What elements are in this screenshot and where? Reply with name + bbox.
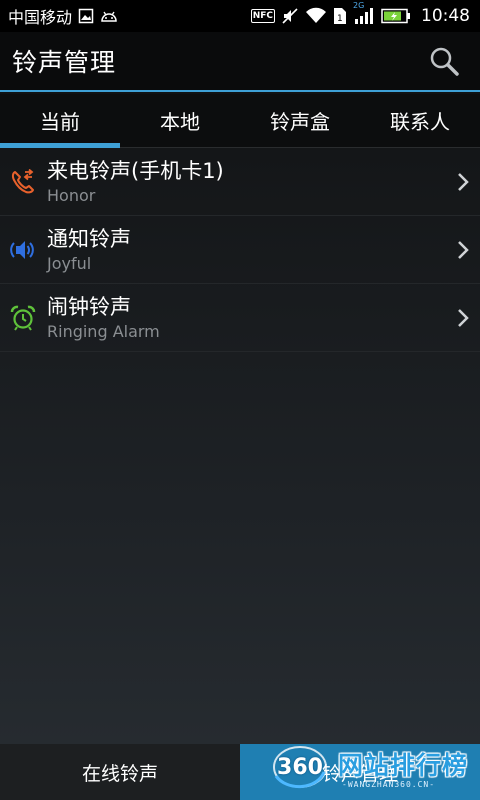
- search-button[interactable]: [426, 43, 462, 79]
- sim-icon: 1: [333, 7, 347, 25]
- online-ringtones-button[interactable]: 在线铃声: [0, 744, 240, 800]
- ringtone-list: 来电铃声(手机卡1) Honor 通知铃声 Joyful 闹钟铃声 Ringin…: [0, 148, 480, 744]
- ringtone-manage-button[interactable]: 铃声管理: [240, 744, 480, 800]
- nfc-icon: NFC: [250, 9, 275, 23]
- carrier-label: 中国移动: [8, 8, 73, 27]
- app-header: 铃声管理: [0, 32, 480, 92]
- ringtone-type-label: 闹钟铃声: [47, 294, 131, 319]
- tab-bar: 当前 本地 铃声盒 联系人: [0, 94, 480, 148]
- network-type-label: 2G: [353, 1, 365, 10]
- ringtone-name: Joyful: [47, 253, 92, 273]
- tab-current[interactable]: 当前: [0, 94, 120, 148]
- chevron-right-icon: [446, 240, 480, 260]
- status-bar: 中国移动 NFC 1 2G 10:48: [0, 0, 480, 32]
- tab-ringtone-box[interactable]: 铃声盒: [240, 94, 360, 147]
- bottom-bar: 在线铃声 铃声管理: [0, 744, 480, 800]
- tab-contacts[interactable]: 联系人: [360, 94, 480, 147]
- ringtone-type-label: 通知铃声: [47, 226, 131, 251]
- phone-incoming-icon: [0, 168, 46, 195]
- android-icon: [100, 9, 118, 23]
- signal-icon: 2G: [353, 1, 375, 25]
- svg-text:1: 1: [337, 14, 343, 24]
- tab-local[interactable]: 本地: [120, 94, 240, 147]
- ringtone-type-label: 来电铃声(手机卡1): [47, 158, 224, 183]
- list-item-alarm[interactable]: 闹钟铃声 Ringing Alarm: [0, 284, 480, 352]
- ringtone-name: Ringing Alarm: [47, 321, 160, 341]
- page-title: 铃声管理: [12, 48, 117, 77]
- mute-icon: [281, 7, 299, 25]
- chevron-right-icon: [446, 308, 480, 328]
- list-item-notification[interactable]: 通知铃声 Joyful: [0, 216, 480, 284]
- alarm-clock-icon: [0, 305, 46, 331]
- battery-icon: [381, 8, 411, 24]
- wifi-icon: [305, 7, 327, 25]
- search-icon: [430, 47, 459, 76]
- speaker-icon: [0, 237, 46, 263]
- chevron-right-icon: [446, 172, 480, 192]
- image-notification-icon: [78, 8, 94, 24]
- clock: 10:48: [421, 6, 470, 26]
- list-item-incoming-call[interactable]: 来电铃声(手机卡1) Honor: [0, 148, 480, 216]
- ringtone-name: Honor: [47, 185, 96, 205]
